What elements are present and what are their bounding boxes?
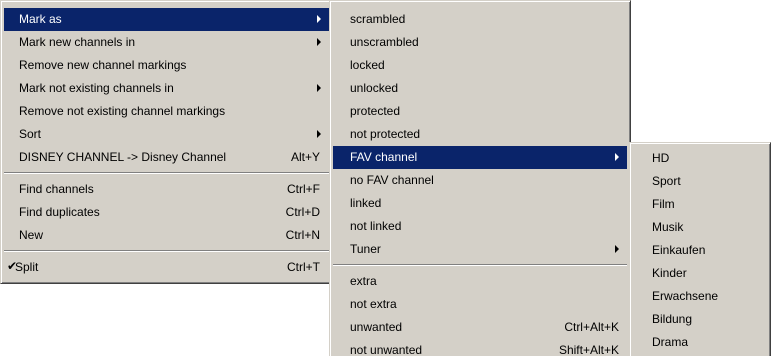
menu-item-extra[interactable]: extra (333, 270, 627, 293)
menu-item-not-extra[interactable]: not extra (333, 293, 627, 316)
menu-item-rename-disney-channel[interactable]: DISNEY CHANNEL -> Disney Channel Alt+Y (4, 146, 331, 169)
menu-item-label: Mark as (19, 12, 62, 26)
menu-item-label: not protected (350, 127, 421, 141)
menu-item-locked[interactable]: locked (333, 54, 627, 77)
menu-item-unwanted[interactable]: unwanted Ctrl+Alt+K (333, 316, 627, 339)
menu-item-no-fav-channel[interactable]: no FAV channel (333, 169, 627, 192)
menu-item-label: Bildung (652, 312, 693, 326)
menu-item-label: HD (652, 151, 670, 165)
menu-item-label: Find channels (19, 182, 94, 196)
menu-item-shortcut: Ctrl+Alt+K (564, 320, 619, 334)
menu-item-label: FAV channel (350, 150, 418, 164)
menu-item-label: Sport (652, 174, 681, 188)
menu-item-label: New (19, 228, 44, 242)
menu-item-fav-musik[interactable]: Musik (633, 216, 767, 239)
menu-item-shortcut: Alt+Y (290, 150, 320, 164)
menu-item-shortcut: Ctrl+T (287, 260, 320, 274)
menu-item-label: extra (350, 274, 377, 288)
menu-item-label: Mark new channels in (19, 35, 136, 49)
submenu-arrow-icon (317, 38, 321, 46)
menu-item-mark-new-channels-in[interactable]: Mark new channels in (4, 31, 331, 54)
mark-as-submenu: scrambled unscrambled locked unlocked pr… (329, 0, 631, 357)
submenu-arrow-icon (615, 245, 619, 253)
menu-item-label: locked (350, 58, 385, 72)
menu-item-shortcut: Ctrl+F (287, 182, 320, 196)
menu-item-fav-drama[interactable]: Drama (633, 331, 767, 354)
submenu-arrow-icon (317, 15, 321, 23)
menu-item-label: not unwanted (350, 343, 423, 357)
menu-item-label: linked (350, 196, 382, 210)
menu-item-shortcut: Ctrl+N (285, 228, 320, 242)
menu-item-fav-channel[interactable]: FAV channel (333, 146, 627, 169)
menu-separator (333, 264, 627, 266)
fav-channel-submenu: HD Sport Film Musik Einkaufen Kinder Erw… (629, 142, 771, 356)
menu-item-not-linked[interactable]: not linked (333, 215, 627, 238)
menu-item-label: no FAV channel (350, 173, 434, 187)
context-menu-main: Mark as Mark new channels in Remove new … (0, 0, 335, 284)
menu-item-label: protected (350, 104, 401, 118)
menu-item-fav-einkaufen[interactable]: Einkaufen (633, 239, 767, 262)
submenu-arrow-icon (615, 153, 619, 161)
menu-item-label: unwanted (350, 320, 403, 334)
menu-item-remove-new-channel-markings[interactable]: Remove new channel markings (4, 54, 331, 77)
menu-item-fav-kinder[interactable]: Kinder (633, 262, 767, 285)
menu-item-scrambled[interactable]: scrambled (333, 8, 627, 31)
menu-item-sort[interactable]: Sort (4, 123, 331, 146)
menu-item-protected[interactable]: protected (333, 100, 627, 123)
menu-item-label: unlocked (350, 81, 399, 95)
menu-item-label: unscrambled (350, 35, 419, 49)
menu-item-unscrambled[interactable]: unscrambled (333, 31, 627, 54)
menu-item-remove-not-existing-channel-markings[interactable]: Remove not existing channel markings (4, 100, 331, 123)
menu-item-unlocked[interactable]: unlocked (333, 77, 627, 100)
menu-item-shortcut: Ctrl+D (285, 205, 320, 219)
menu-item-label: Einkaufen (652, 243, 706, 257)
menu-item-label: not linked (350, 219, 402, 233)
menu-item-linked[interactable]: linked (333, 192, 627, 215)
menu-item-label: Remove not existing channel markings (19, 104, 226, 118)
menu-item-find-channels[interactable]: Find channels Ctrl+F (4, 178, 331, 201)
menu-item-label: Sort (19, 127, 42, 141)
menu-item-label: Musik (652, 220, 684, 234)
menu-item-tuner[interactable]: Tuner (333, 238, 627, 261)
menu-separator (4, 172, 331, 174)
submenu-arrow-icon (317, 130, 321, 138)
menu-item-shortcut: Shift+Alt+K (558, 343, 619, 357)
menu-separator (4, 250, 331, 252)
menu-item-label: Split (15, 260, 39, 274)
menu-item-not-unwanted[interactable]: not unwanted Shift+Alt+K (333, 339, 627, 362)
menu-item-not-protected[interactable]: not protected (333, 123, 627, 146)
menu-item-fav-hd[interactable]: HD (633, 147, 767, 170)
menu-item-new[interactable]: New Ctrl+N (4, 224, 331, 247)
menu-item-label: Film (652, 197, 675, 211)
menu-item-mark-as[interactable]: Mark as (4, 8, 331, 31)
menu-item-label: Drama (652, 335, 689, 349)
menu-item-label: Kinder (652, 266, 687, 280)
menu-item-label: Find duplicates (19, 205, 100, 219)
submenu-arrow-icon (317, 84, 321, 92)
menu-item-fav-bildung[interactable]: Bildung (633, 308, 767, 331)
menu-item-label: Remove new channel markings (19, 58, 187, 72)
menu-item-find-duplicates[interactable]: Find duplicates Ctrl+D (4, 201, 331, 224)
menu-item-fav-sport[interactable]: Sport (633, 170, 767, 193)
menu-item-fav-film[interactable]: Film (633, 193, 767, 216)
menu-item-split[interactable]: ✔ Split Ctrl+T (4, 256, 331, 279)
menu-item-label: scrambled (350, 12, 406, 26)
menu-item-fav-erwachsene[interactable]: Erwachsene (633, 285, 767, 308)
menu-item-label: Erwachsene (652, 289, 719, 303)
menu-item-label: Mark not existing channels in (19, 81, 174, 95)
menu-item-mark-not-existing-channels-in[interactable]: Mark not existing channels in (4, 77, 331, 100)
menu-item-label: not extra (350, 297, 397, 311)
menu-item-label: Tuner (350, 242, 381, 256)
menu-item-label: DISNEY CHANNEL -> Disney Channel (19, 150, 227, 164)
